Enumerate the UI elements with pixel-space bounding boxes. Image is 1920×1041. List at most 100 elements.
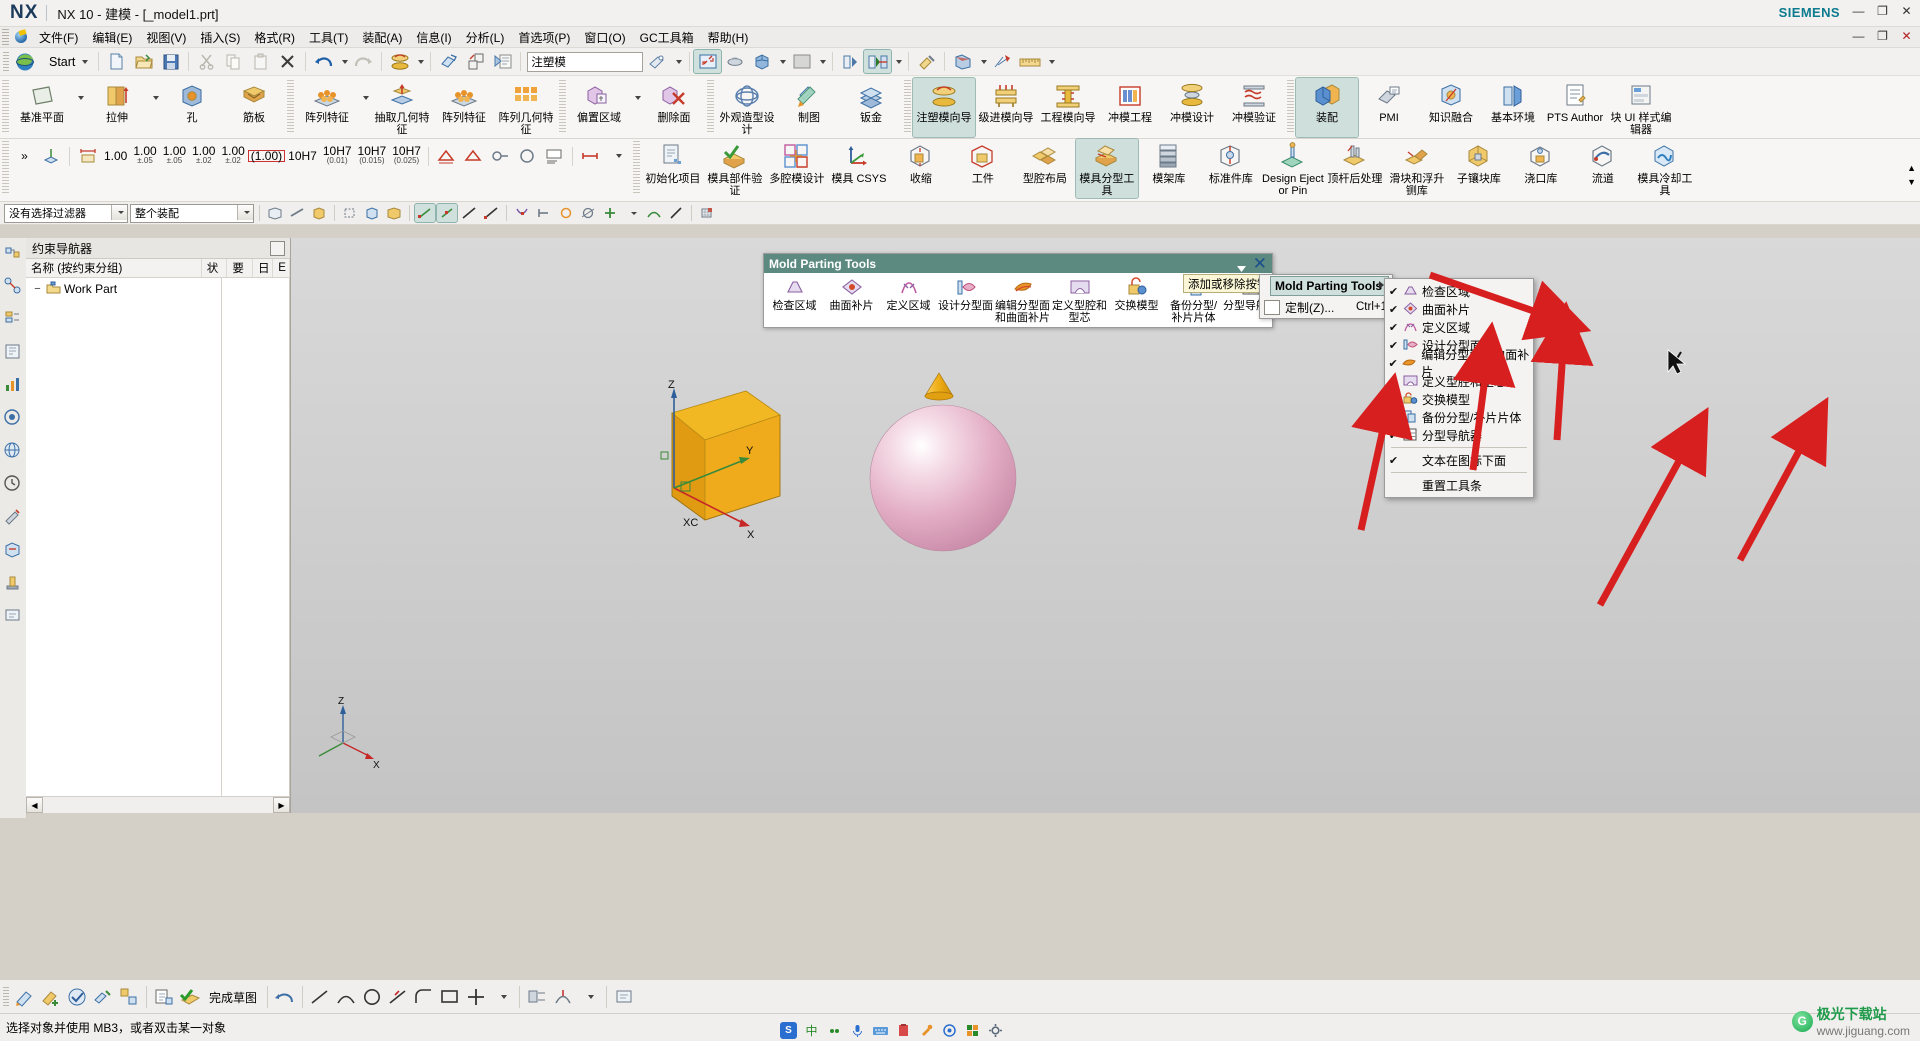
measure-tool-button[interactable] bbox=[913, 50, 940, 73]
search-command-icon[interactable] bbox=[643, 50, 670, 73]
complete-sketch-icon[interactable] bbox=[177, 984, 203, 1010]
submenu-item-reset-toolbar[interactable]: 重置工具条 bbox=[1385, 476, 1533, 494]
ribbon-button-shrinkage[interactable]: 收缩 bbox=[890, 139, 952, 198]
assembly-navigator-icon[interactable] bbox=[3, 243, 23, 263]
dim-value-10[interactable]: 10H7 (0.025) bbox=[389, 145, 424, 166]
history-icon[interactable] bbox=[3, 474, 23, 494]
system-scene-icon[interactable] bbox=[3, 408, 23, 428]
menu-item-preferences[interactable]: 首选项(P) bbox=[511, 28, 577, 47]
submenu-item-surface-patch[interactable]: ✔ 曲面补片 bbox=[1385, 300, 1533, 318]
submenu-item-backup-parting-patch[interactable]: ✔ 备份分型/补片片体 bbox=[1385, 408, 1533, 426]
assembly-scope-dropdown[interactable]: 整个装配 bbox=[130, 203, 254, 223]
new-file-button[interactable] bbox=[103, 50, 130, 73]
menu-item-info[interactable]: 信息(I) bbox=[409, 28, 458, 47]
ribbon-button-hole[interactable]: 孔 bbox=[161, 78, 223, 137]
ribbon-button-knowledge-fusion[interactable]: 知识融合 bbox=[1420, 78, 1482, 137]
ribbon2-grip[interactable] bbox=[2, 141, 9, 193]
hd3d-icon[interactable] bbox=[3, 540, 23, 560]
menu-item-format[interactable]: 格式(R) bbox=[247, 28, 302, 47]
select-face-icon[interactable] bbox=[265, 204, 285, 222]
punctuation-icon[interactable] bbox=[826, 1022, 843, 1039]
column-header-status[interactable]: 状 bbox=[202, 259, 228, 277]
menu-item-tools[interactable]: 工具(T) bbox=[302, 28, 355, 47]
ribbon-button-datum-plane[interactable]: 基准平面 bbox=[11, 78, 73, 137]
sketch-settings-icon[interactable] bbox=[611, 984, 637, 1010]
ribbon-grip-1[interactable] bbox=[2, 80, 9, 132]
circle-icon[interactable] bbox=[359, 984, 385, 1010]
ribbon-button-multi-cavity[interactable]: 多腔模设计 bbox=[766, 139, 828, 198]
snap-center-icon[interactable] bbox=[556, 204, 576, 222]
ribbon-button-part-validation[interactable]: 模具部件验证 bbox=[704, 139, 766, 198]
copy-button[interactable] bbox=[220, 50, 247, 73]
toolbar-close-icon[interactable]: ✕ bbox=[1253, 254, 1267, 273]
sketch-more-dropdown-icon[interactable] bbox=[576, 984, 602, 1010]
web-export-icon[interactable] bbox=[3, 606, 23, 626]
dim-value-6-selected[interactable]: (1.00) bbox=[247, 150, 286, 162]
web-browser-icon[interactable] bbox=[3, 441, 23, 461]
background-dropdown-icon[interactable] bbox=[815, 50, 828, 73]
expand-toolbar-button[interactable]: » bbox=[11, 145, 38, 168]
ribbon-scroll-up[interactable]: ▲ bbox=[1907, 163, 1916, 173]
sogou-icon[interactable]: S bbox=[780, 1022, 797, 1039]
undo-button[interactable] bbox=[310, 50, 337, 73]
menu-item-gctools[interactable]: GC工具箱 bbox=[633, 28, 701, 47]
save-file-button[interactable] bbox=[157, 50, 184, 73]
view-style-dropdown-icon[interactable] bbox=[775, 50, 788, 73]
ribbon-button-cooling-tools[interactable]: 模具冷却工具 bbox=[1634, 139, 1696, 198]
ruler-dropdown-icon[interactable] bbox=[1044, 50, 1057, 73]
snap-midpoint-icon[interactable] bbox=[436, 203, 458, 223]
surface-finish-button[interactable] bbox=[460, 145, 487, 168]
datum-plane-dropdown[interactable] bbox=[73, 78, 86, 118]
process-studio-icon[interactable] bbox=[3, 507, 23, 527]
tool-edit-parting-surface[interactable]: 编辑分型面和曲面补片 bbox=[994, 277, 1051, 324]
ribbon-button-drafting[interactable]: 制图 bbox=[778, 78, 840, 137]
ribbon-button-pts-author[interactable]: PTS Author bbox=[1544, 78, 1606, 137]
ctx-item-mold-parting-tools-highlighted[interactable]: Mold Parting Tools bbox=[1270, 276, 1389, 296]
constraint-navigator-icon[interactable] bbox=[3, 276, 23, 296]
dim-value-9[interactable]: 10H7 (0.015) bbox=[355, 145, 390, 166]
mold-parting-toolbar-title[interactable]: Mold Parting Tools ✕ bbox=[764, 254, 1272, 273]
minimize-button[interactable]: — bbox=[1851, 3, 1866, 18]
balloon-symbol-button[interactable] bbox=[514, 145, 541, 168]
submenu-item-text-below-icon[interactable]: ✔ 文本在图标下面 bbox=[1385, 451, 1533, 469]
note-button[interactable] bbox=[541, 145, 568, 168]
snap-line-icon[interactable] bbox=[459, 204, 479, 222]
snap-face-icon[interactable] bbox=[384, 204, 404, 222]
tree-item-work-part[interactable]: − Work Part bbox=[26, 278, 289, 297]
more-tools-caret[interactable] bbox=[604, 145, 631, 168]
ribbon-button-mold-base-library[interactable]: 模架库 bbox=[1138, 139, 1200, 198]
ribbon-button-init-project[interactable]: 初始化项目 bbox=[642, 139, 704, 198]
keyboard-icon[interactable] bbox=[872, 1022, 889, 1039]
submenu-item-edit-parting-surface[interactable]: ✔ 编辑分型面和曲面补片 bbox=[1385, 348, 1533, 379]
snap-quadrant-icon[interactable] bbox=[534, 204, 554, 222]
undo-dropdown-icon[interactable] bbox=[337, 50, 350, 73]
clipboard-icon[interactable] bbox=[895, 1022, 912, 1039]
open-file-button[interactable] bbox=[130, 50, 157, 73]
show-hide-objects-button[interactable] bbox=[863, 49, 893, 74]
qat-grip[interactable] bbox=[3, 51, 9, 72]
dim-value-4[interactable]: 1.00 ±.02 bbox=[189, 145, 218, 166]
mold-wizard-dropdown-icon[interactable] bbox=[413, 50, 426, 73]
snap-line2-icon[interactable] bbox=[481, 204, 501, 222]
redo-button[interactable] bbox=[350, 50, 377, 73]
weld-symbol-button[interactable] bbox=[487, 145, 514, 168]
menu-item-edit[interactable]: 编辑(E) bbox=[85, 28, 139, 47]
at-icon[interactable] bbox=[941, 1022, 958, 1039]
geometric-tol-button[interactable] bbox=[433, 145, 460, 168]
offset-region-dropdown[interactable] bbox=[630, 78, 643, 118]
tree-expander-icon[interactable]: − bbox=[32, 283, 43, 295]
doc-restore-button[interactable]: ❐ bbox=[1875, 28, 1890, 43]
ribbon-button-sheet-metal[interactable]: 钣金 bbox=[840, 78, 902, 137]
ribbon-button-runner[interactable]: 流道 bbox=[1572, 139, 1634, 198]
menu-item-help[interactable]: 帮助(H) bbox=[701, 28, 756, 47]
section-view-button[interactable] bbox=[949, 50, 976, 73]
pattern-feature-dropdown[interactable] bbox=[358, 78, 371, 118]
selection-filter-dropdown[interactable]: 没有选择过滤器 bbox=[4, 203, 128, 223]
selection-filter-caret[interactable] bbox=[111, 204, 127, 220]
dimension-cross-icon[interactable] bbox=[463, 984, 489, 1010]
arc-icon[interactable] bbox=[333, 984, 359, 1010]
sketch-icon[interactable] bbox=[12, 984, 38, 1010]
column-header-extra[interactable]: E bbox=[273, 259, 291, 277]
show-hide-button[interactable] bbox=[837, 50, 864, 73]
tool-surface-patch[interactable]: 曲面补片 bbox=[823, 277, 880, 324]
